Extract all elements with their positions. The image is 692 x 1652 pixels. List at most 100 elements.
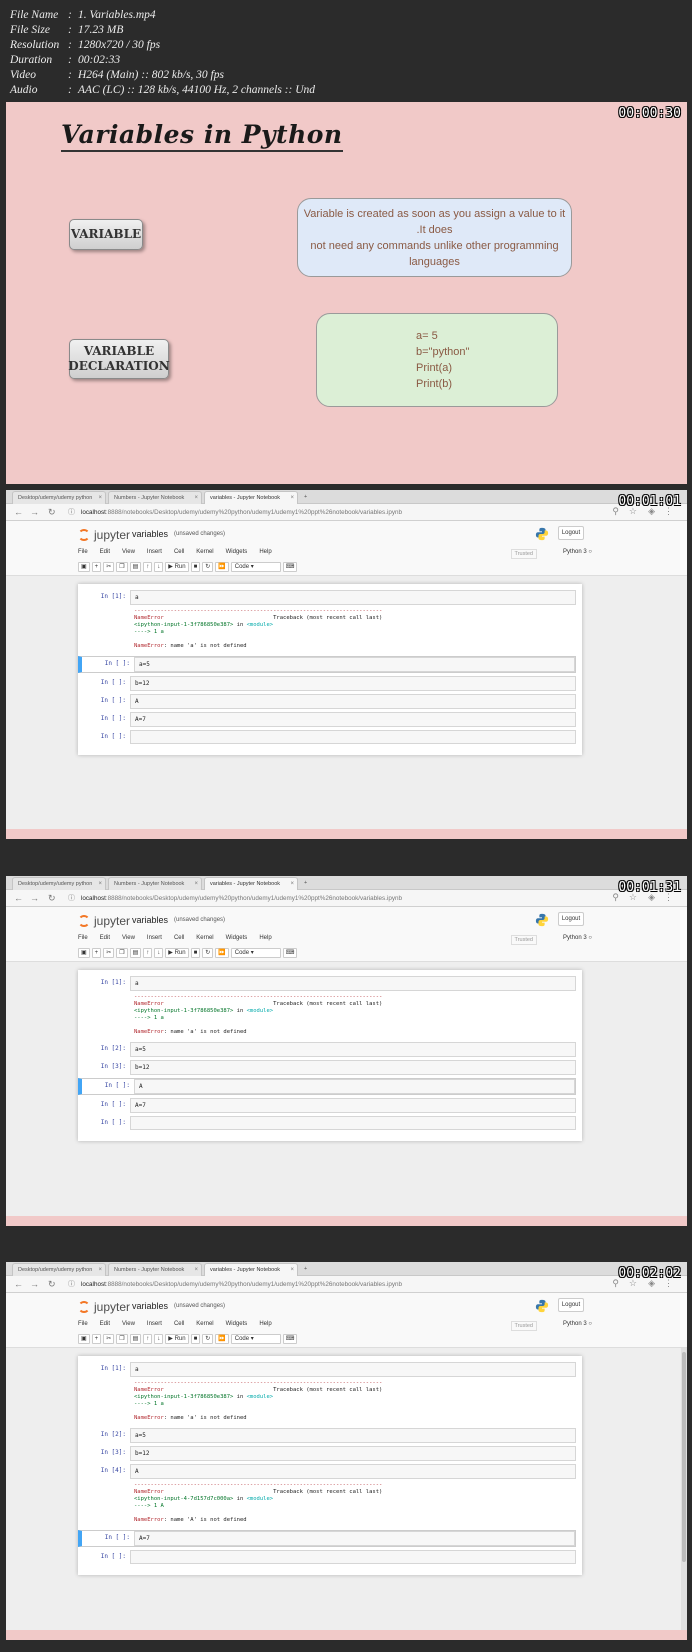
cell-input[interactable]: A=7 (130, 1098, 576, 1113)
scrollbar[interactable] (681, 1348, 687, 1630)
cell-input[interactable]: A=7 (134, 1531, 575, 1546)
cell-input[interactable]: A=7 (130, 712, 576, 727)
save-icon[interactable]: ▣ (78, 948, 90, 958)
cut-icon[interactable]: ✂ (103, 1334, 115, 1344)
code-cell[interactable]: In [ ]: b=12 (78, 676, 576, 691)
cell-input[interactable]: a=5 (130, 1428, 576, 1443)
tab-variables[interactable]: variables - Jupyter Notebook × (204, 877, 298, 890)
paste-icon[interactable]: ▤ (129, 1334, 142, 1344)
code-cell[interactable]: In [1]: a --------------------------------… (78, 1362, 576, 1425)
paste-icon[interactable]: ▤ (129, 562, 142, 572)
menu-item-cell[interactable]: Cell (174, 1321, 184, 1327)
tab-numbers[interactable]: Numbers - Jupyter Notebook × (108, 1263, 202, 1276)
move-up-icon[interactable]: ↑ (143, 562, 153, 572)
copy-icon[interactable]: ❐ (116, 1334, 128, 1344)
close-icon[interactable]: × (290, 492, 294, 504)
insert-cell-icon[interactable]: + (91, 948, 102, 958)
insert-cell-icon[interactable]: + (91, 562, 102, 572)
menu-item-insert[interactable]: Insert (147, 1321, 162, 1327)
tab-desktop[interactable]: Desktop/udemy/udemy python × (12, 877, 106, 890)
move-down-icon[interactable]: ↓ (154, 562, 164, 572)
reload-icon[interactable]: ↻ (48, 893, 56, 904)
run-button[interactable]: ▶ Run (165, 1334, 189, 1344)
cell-input[interactable]: a (130, 590, 576, 605)
menu-item-widgets[interactable]: Widgets (226, 549, 248, 555)
menu-item-file[interactable]: File (78, 549, 88, 555)
copy-icon[interactable]: ❐ (116, 562, 128, 572)
menu-item-view[interactable]: View (122, 935, 135, 941)
logout-button[interactable]: Logout (558, 526, 584, 540)
menu-item-help[interactable]: Help (259, 549, 271, 555)
forward-icon[interactable]: → (30, 507, 39, 517)
code-cell[interactable]: In [ ]: A (78, 1078, 576, 1095)
stop-icon[interactable]: ■ (190, 948, 201, 958)
cell-type-select[interactable]: Code ▾ (230, 948, 281, 958)
code-cell[interactable]: In [ ]: (78, 1550, 576, 1564)
cell-input[interactable] (130, 1550, 576, 1564)
menu-item-help[interactable]: Help (259, 1321, 271, 1327)
menu-item-edit[interactable]: Edit (100, 1321, 110, 1327)
cell-input[interactable] (130, 730, 576, 744)
reload-icon[interactable]: ↻ (48, 507, 56, 518)
close-icon[interactable]: × (290, 1264, 294, 1276)
cell-input[interactable]: a=5 (134, 657, 575, 672)
cut-icon[interactable]: ✂ (103, 948, 115, 958)
jupyter-logo[interactable]: jupyter (78, 528, 130, 542)
cell-input[interactable]: A (130, 1464, 576, 1479)
menu-item-insert[interactable]: Insert (147, 935, 162, 941)
tab-variables[interactable]: variables - Jupyter Notebook × (204, 491, 298, 504)
save-icon[interactable]: ▣ (78, 562, 90, 572)
tab-desktop[interactable]: Desktop/udemy/udemy python × (12, 1263, 106, 1276)
menu-item-file[interactable]: File (78, 1321, 88, 1327)
menu-item-view[interactable]: View (122, 549, 135, 555)
paste-icon[interactable]: ▤ (129, 948, 142, 958)
url-field[interactable]: localhost:8888/notebooks/Desktop/udemy/u… (81, 893, 402, 904)
back-icon[interactable]: ← (14, 507, 23, 517)
close-icon[interactable]: × (98, 492, 102, 504)
scrollbar-thumb[interactable] (682, 1352, 686, 1562)
close-icon[interactable]: × (194, 878, 198, 890)
menu-item-file[interactable]: File (78, 935, 88, 941)
code-cell[interactable]: In [ ]: a=5 (78, 656, 576, 673)
code-cell[interactable]: In [ ]: A (78, 694, 576, 709)
tab-variables[interactable]: variables - Jupyter Notebook × (204, 1263, 298, 1276)
cut-icon[interactable]: ✂ (103, 562, 115, 572)
code-cell[interactable]: In [1]: a --------------------------------… (78, 590, 576, 653)
code-cell[interactable]: In [ ]: A=7 (78, 1530, 576, 1547)
close-icon[interactable]: × (290, 878, 294, 890)
new-tab-icon[interactable]: + (302, 1263, 314, 1276)
run-button[interactable]: ▶ Run (165, 562, 189, 572)
tab-numbers[interactable]: Numbers - Jupyter Notebook × (108, 491, 202, 504)
notebook-name[interactable]: variables (132, 529, 168, 539)
cell-type-select[interactable]: Code ▾ (230, 562, 281, 572)
run-button[interactable]: ▶ Run (165, 948, 189, 958)
move-up-icon[interactable]: ↑ (143, 1334, 153, 1344)
code-cell[interactable]: In [3]: b=12 (78, 1446, 576, 1461)
restart-run-icon[interactable]: ⏩ (215, 948, 229, 958)
cell-input[interactable]: a (130, 1362, 576, 1377)
close-icon[interactable]: × (98, 878, 102, 890)
cell-input[interactable]: b=12 (130, 1446, 576, 1461)
menu-item-kernel[interactable]: Kernel (196, 1321, 213, 1327)
forward-icon[interactable]: → (30, 1279, 39, 1289)
menu-item-view[interactable]: View (122, 1321, 135, 1327)
move-up-icon[interactable]: ↑ (143, 948, 153, 958)
url-field[interactable]: localhost:8888/notebooks/Desktop/udemy/u… (81, 507, 402, 518)
menu-item-cell[interactable]: Cell (174, 935, 184, 941)
logout-button[interactable]: Logout (558, 912, 584, 926)
jupyter-logo[interactable]: jupyter (78, 914, 130, 928)
restart-icon[interactable]: ↻ (202, 948, 214, 958)
stop-icon[interactable]: ■ (190, 1334, 201, 1344)
new-tab-icon[interactable]: + (302, 877, 314, 890)
reload-icon[interactable]: ↻ (48, 1279, 56, 1290)
code-cell[interactable]: In [ ]: (78, 1116, 576, 1130)
menu-item-edit[interactable]: Edit (100, 549, 110, 555)
cell-input[interactable]: a=5 (130, 1042, 576, 1057)
restart-icon[interactable]: ↻ (202, 562, 214, 572)
back-icon[interactable]: ← (14, 893, 23, 903)
move-down-icon[interactable]: ↓ (154, 948, 164, 958)
menu-item-kernel[interactable]: Kernel (196, 549, 213, 555)
code-cell[interactable]: In [2]: a=5 (78, 1428, 576, 1443)
trusted-badge[interactable]: Trusted (510, 1321, 537, 1331)
tab-numbers[interactable]: Numbers - Jupyter Notebook × (108, 877, 202, 890)
